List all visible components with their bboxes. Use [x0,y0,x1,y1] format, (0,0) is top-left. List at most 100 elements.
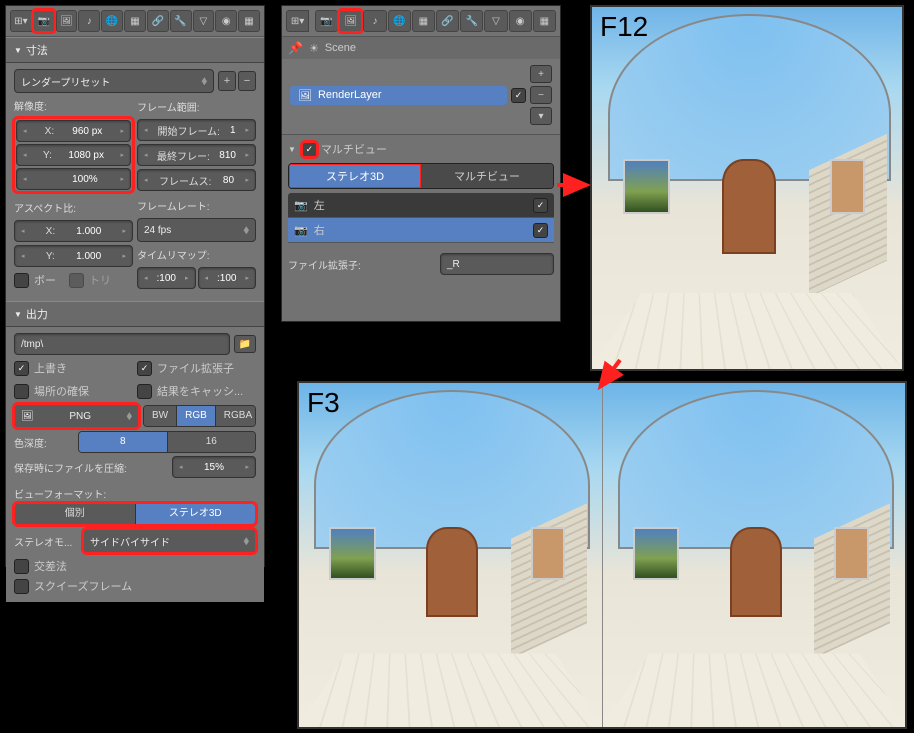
object-tab-icon[interactable]: ▦ [124,10,146,32]
object-tab-icon[interactable]: ▦ [412,10,435,32]
timeremap-label: タイムリマップ: [137,245,256,264]
file-format[interactable]: 🖼 PNG [14,404,139,428]
multiview-label: マルチビュー [321,141,387,157]
view-right-cb[interactable] [533,223,548,238]
mv-multiview-tab[interactable]: マルチビュー [421,164,553,188]
pin-icon[interactable]: 📌 [288,41,303,55]
color-bw[interactable]: BW [144,406,177,426]
compress-val[interactable]: ◂15%▸ [172,456,256,478]
aspect-label: アスペクト比: [14,198,133,217]
cross-cb[interactable] [14,559,29,574]
frame-start[interactable]: ◂開始フレーム:1▸ [137,119,256,141]
res-x[interactable]: ◂X:960 px▸ [16,120,131,142]
preset-add[interactable]: + [218,71,236,91]
compress-label: 保存時にファイルを圧縮: [14,458,168,477]
framerate[interactable]: 24 fps [137,218,256,242]
f3-label: F3 [307,387,340,419]
render-layer-panel: ⊞▾ 📷 🖼 ♪ 🌐 ▦ 🔗 🔧 ▽ ◉ ▦ 📌 ☀ Scene 🖼 Rende… [281,5,561,322]
dimensions-header[interactable]: 寸法 [6,37,264,63]
render-layer-row[interactable]: 🖼 RenderLayer [290,86,507,105]
aspect-y[interactable]: ◂Y:1.000▸ [14,245,133,267]
modifier-tab-icon[interactable]: 🔧 [170,10,192,32]
render-layer-icon: 🖼 [298,89,312,102]
frame-step[interactable]: ◂フレームス:80▸ [137,169,256,191]
frame-end[interactable]: ◂最終フレー:810▸ [137,144,256,166]
timeremap-old[interactable]: ◂:100▸ [137,267,196,289]
timeremap-new[interactable]: ◂:100▸ [198,267,257,289]
mv-stereo3d-tab[interactable]: ステレオ3D [289,164,421,188]
scene-icon: ☀ [309,42,319,55]
overwrite-cb[interactable] [14,361,29,376]
squeeze-cb[interactable] [14,579,29,594]
resolution-label: 解像度: [14,96,133,115]
view-format-group: 個別 ステレオ3D [14,503,256,525]
color-rgba[interactable]: RGBA [216,406,256,426]
browse-folder-icon[interactable]: 📁 [234,335,256,353]
view-right[interactable]: 📷 右 [288,218,554,243]
view-format-label: ビューフォーマット: [14,484,256,503]
color-rgb[interactable]: RGB [177,406,216,426]
add-layer[interactable]: + [530,65,552,83]
camera-icon: 📷 [294,199,308,212]
scene-name: Scene [325,42,356,54]
stereo-mode-label: ステレオモ... [14,532,79,551]
view-left[interactable]: 📷 左 [288,193,554,218]
scene-breadcrumb: 📌 ☀ Scene [282,37,560,59]
layers-tab-icon[interactable]: 🖼 [339,10,362,32]
output-header[interactable]: 出力 [6,301,264,327]
editor-type-icon[interactable]: ⊞▾ [286,10,309,32]
view-list: 📷 左 📷 右 [288,193,554,243]
material-tab-icon[interactable]: ◉ [509,10,532,32]
constraint-tab-icon[interactable]: 🔗 [436,10,459,32]
editor-type-icon[interactable]: ⊞▾ [10,10,32,32]
file-suffix-label: ファイル拡張子: [288,255,436,274]
layer-enable-cb[interactable] [511,88,526,103]
vf-individual[interactable]: 個別 [15,504,136,524]
layers-tab-icon[interactable]: 🖼 [56,10,78,32]
depth-16[interactable]: 16 [168,432,256,452]
cache-cb[interactable] [137,384,152,399]
world-tab-icon[interactable]: 🌐 [101,10,123,32]
render-preset[interactable]: レンダープリセット [14,69,214,93]
render-preview-f3-left: F3 [299,383,603,727]
output-path[interactable]: /tmp\ [14,333,230,355]
render-preview-f3-container: F3 [297,381,907,729]
layer-menu[interactable]: ▾ [530,107,552,125]
crop-cb[interactable] [69,273,84,288]
render-preview-f3-right [603,383,906,727]
file-suffix[interactable]: _R [440,253,554,275]
stereo-mode[interactable]: サイドバイサイド [83,529,256,553]
res-y[interactable]: ◂Y:1080 px▸ [16,144,131,166]
toolbar: ⊞▾ 📷 🖼 ♪ 🌐 ▦ 🔗 🔧 ▽ ◉ ▦ [6,6,264,37]
texture-tab-icon[interactable]: ▦ [238,10,260,32]
vf-stereo3d[interactable]: ステレオ3D [136,504,256,524]
f12-label: F12 [600,11,648,43]
constraint-tab-icon[interactable]: 🔗 [147,10,169,32]
multiview-enable-cb[interactable] [302,142,317,157]
material-tab-icon[interactable]: ◉ [215,10,237,32]
scene-tab-icon[interactable]: ♪ [363,10,386,32]
arrow-icon [555,170,595,200]
world-tab-icon[interactable]: 🌐 [388,10,411,32]
preset-remove[interactable]: − [238,71,256,91]
render-tab-icon[interactable]: 📷 [33,10,55,32]
border-cb[interactable] [14,273,29,288]
data-tab-icon[interactable]: ▽ [484,10,507,32]
scene-tab-icon[interactable]: ♪ [78,10,100,32]
data-tab-icon[interactable]: ▽ [193,10,215,32]
texture-tab-icon[interactable]: ▦ [533,10,556,32]
modifier-tab-icon[interactable]: 🔧 [460,10,483,32]
file-ext-cb[interactable] [137,361,152,376]
remove-layer[interactable]: − [530,86,552,104]
depth-8[interactable]: 8 [79,432,168,452]
aspect-x[interactable]: ◂X:1.000▸ [14,220,133,242]
render-tab-icon[interactable]: 📷 [315,10,338,32]
frame-range-label: フレーム範囲: [137,97,256,116]
res-pct[interactable]: ◂100%▸ [16,168,131,190]
placeholder-cb[interactable] [14,384,29,399]
resolution-group: ◂X:960 px▸ ◂Y:1080 px▸ ◂100%▸ [14,118,133,192]
color-depth-label: 色深度: [14,433,74,452]
framerate-label: フレームレート: [137,196,256,215]
view-left-cb[interactable] [533,198,548,213]
toolbar-2: ⊞▾ 📷 🖼 ♪ 🌐 ▦ 🔗 🔧 ▽ ◉ ▦ [282,6,560,37]
